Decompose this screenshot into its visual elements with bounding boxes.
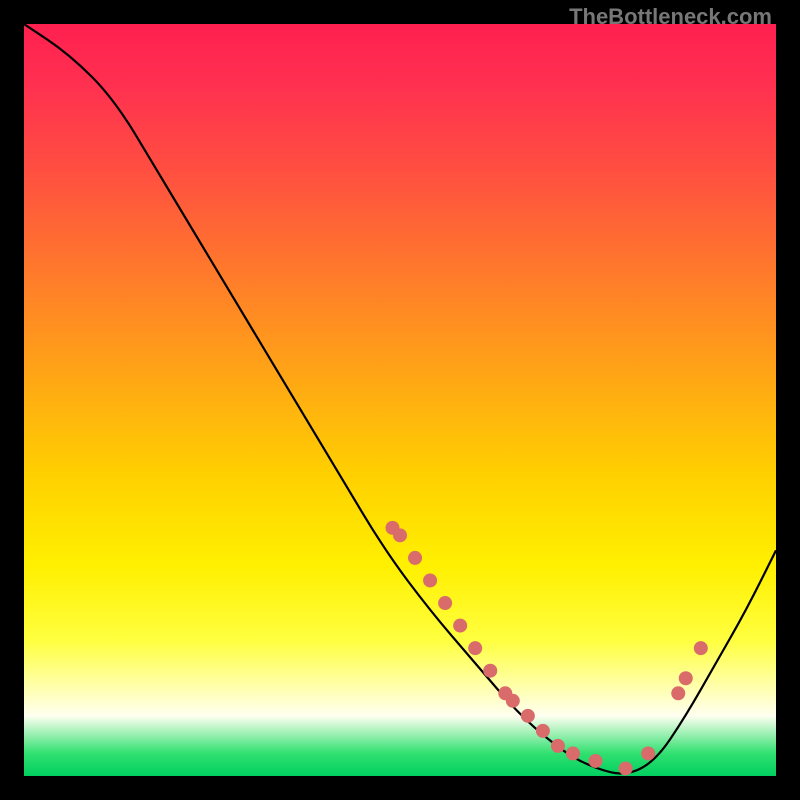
bottleneck-curve-path <box>24 24 776 773</box>
bottleneck-curve-line <box>24 24 776 773</box>
data-marker <box>423 573 437 587</box>
data-marker <box>393 528 407 542</box>
chart-plot-area <box>24 24 776 776</box>
data-marker <box>671 686 685 700</box>
data-marker <box>506 694 520 708</box>
data-marker <box>453 619 467 633</box>
data-marker <box>536 724 550 738</box>
data-marker <box>589 754 603 768</box>
data-marker <box>468 641 482 655</box>
data-marker <box>483 664 497 678</box>
data-marker <box>694 641 708 655</box>
attribution-watermark: TheBottleneck.com <box>569 4 772 30</box>
data-marker <box>641 746 655 760</box>
data-marker <box>438 596 452 610</box>
data-marker <box>521 709 535 723</box>
data-marker <box>619 761 633 775</box>
data-marker <box>679 671 693 685</box>
chart-svg <box>24 24 776 776</box>
data-marker <box>566 746 580 760</box>
data-marker <box>551 739 565 753</box>
data-marker <box>408 551 422 565</box>
